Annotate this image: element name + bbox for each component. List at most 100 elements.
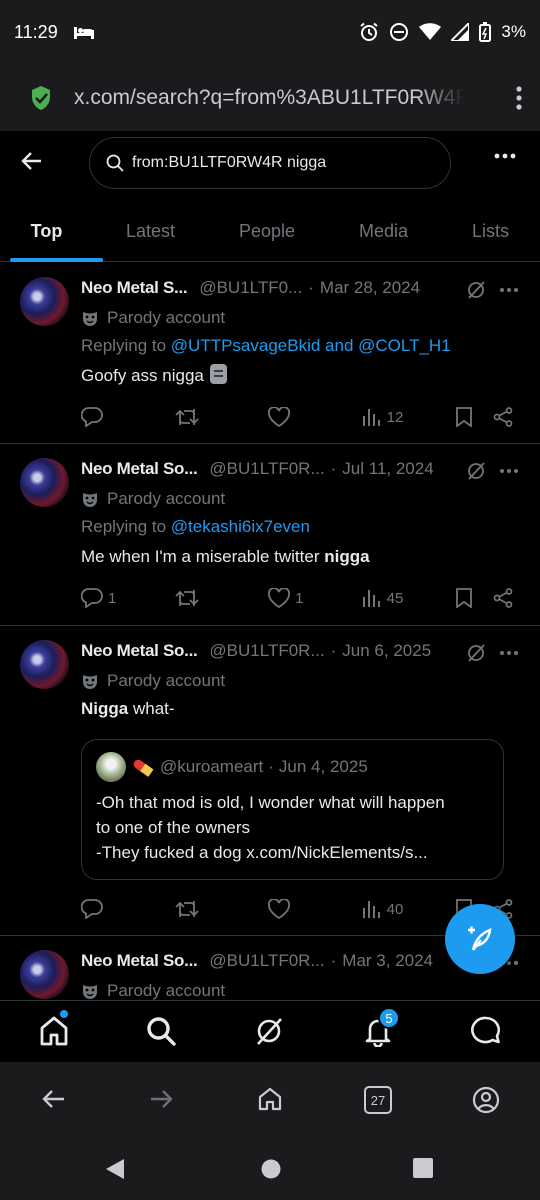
parody-mask-icon	[81, 490, 99, 508]
post-text: Me when I'm a miserable twitter nigga	[81, 547, 370, 566]
heart-icon	[268, 588, 291, 608]
battery-icon	[479, 22, 492, 42]
repost-button[interactable]	[174, 407, 269, 427]
browser-back-icon[interactable]	[41, 1086, 67, 1112]
search-tabs: Top Latest People Media Lists	[0, 200, 540, 262]
tab-people[interactable]: People	[208, 200, 326, 262]
bookmark-button[interactable]	[455, 407, 493, 427]
bed-icon	[73, 25, 94, 39]
display-name[interactable]: Neo Metal So...	[81, 641, 198, 661]
home-icon[interactable]	[38, 1015, 70, 1047]
bookmark-icon	[455, 407, 473, 427]
tab-switcher-button[interactable]: 27	[364, 1086, 392, 1114]
post[interactable]: Neo Metal S... @BU1LTF0... · Mar 28, 202…	[0, 263, 540, 444]
post-date[interactable]: Jul 11, 2024	[342, 459, 433, 479]
display-name[interactable]: Neo Metal So...	[81, 459, 198, 479]
post[interactable]: Neo Metal So... @BU1LTF0R... · Jul 11, 2…	[0, 444, 540, 626]
repost-button[interactable]	[174, 588, 269, 608]
post-text: Nigga what-	[81, 699, 175, 718]
reply-mention-link[interactable]: @UTTPsavageBkid and @COLT_H1	[171, 336, 451, 355]
bottom-navigation	[0, 1000, 540, 1062]
post-more-icon[interactable]	[500, 651, 518, 655]
post-more-icon[interactable]	[500, 469, 518, 473]
display-name[interactable]: Neo Metal S...	[81, 278, 188, 298]
search-box[interactable]	[89, 137, 451, 189]
user-handle[interactable]: @BU1LTF0R...	[209, 641, 324, 661]
post-actions: 12	[81, 388, 518, 446]
avatar[interactable]	[20, 458, 69, 507]
parody-label: Parody account	[81, 486, 524, 512]
reply-button[interactable]	[81, 899, 175, 919]
views-chart-icon	[362, 407, 382, 427]
url-text[interactable]: x.com/search?q=from%3ABU1LTF0RW4R%20nigg…	[74, 86, 464, 110]
quoted-text: -Oh that mod is old, I wonder what will …	[96, 793, 445, 862]
quoted-handle: @kuroameart	[160, 757, 264, 776]
browser-menu-icon[interactable]	[516, 85, 522, 110]
search-input[interactable]	[132, 154, 432, 172]
views-button[interactable]: 40	[362, 899, 456, 919]
display-name[interactable]: Neo Metal So...	[81, 951, 198, 971]
system-home-icon[interactable]	[260, 1158, 282, 1180]
avatar[interactable]	[20, 640, 69, 689]
post-header: Neo Metal So... @BU1LTF0R... · Jun 6, 20…	[81, 641, 432, 661]
like-button[interactable]	[268, 899, 362, 919]
avatar[interactable]	[20, 950, 69, 999]
system-recents-icon[interactable]	[413, 1158, 433, 1178]
search-results-feed: Neo Metal S... @BU1LTF0... · Mar 28, 202…	[0, 263, 540, 1000]
avatar[interactable]	[20, 277, 69, 326]
reply-button[interactable]: 1	[81, 588, 175, 608]
notifications-badge: 5	[378, 1007, 400, 1029]
repost-button[interactable]	[174, 899, 269, 919]
like-button[interactable]: 1	[268, 588, 362, 608]
post-header: Neo Metal S... @BU1LTF0... · Mar 28, 202…	[81, 278, 421, 298]
browser-url-bar[interactable]: x.com/search?q=from%3ABU1LTF0RW4R%20nigg…	[0, 64, 540, 132]
messages-icon[interactable]	[470, 1015, 502, 1047]
tab-latest[interactable]: Latest	[93, 200, 208, 262]
user-handle[interactable]: @BU1LTF0R...	[209, 951, 324, 971]
post-header: Neo Metal So... @BU1LTF0R... · Jul 11, 2…	[81, 459, 434, 479]
tab-media[interactable]: Media	[326, 200, 441, 262]
tab-top[interactable]: Top	[0, 200, 103, 262]
views-button[interactable]: 45	[362, 588, 456, 608]
reply-mention-link[interactable]: @tekashi6ix7even	[171, 517, 310, 536]
system-back-icon[interactable]	[104, 1158, 126, 1180]
grok-icon[interactable]	[466, 643, 486, 663]
grok-icon[interactable]	[466, 461, 486, 481]
share-button[interactable]	[493, 407, 518, 427]
back-arrow-icon[interactable]	[20, 149, 44, 173]
account-icon[interactable]	[472, 1086, 500, 1114]
user-handle[interactable]: @BU1LTF0R...	[209, 459, 324, 479]
post-date[interactable]: Mar 3, 2024	[342, 951, 433, 971]
grok-icon[interactable]	[466, 280, 486, 300]
heart-icon	[268, 899, 291, 919]
compose-feather-icon	[465, 924, 495, 954]
grok-icon[interactable]	[253, 1015, 285, 1047]
views-button[interactable]: 12	[362, 407, 456, 427]
share-button[interactable]	[493, 588, 518, 608]
views-chart-icon	[362, 588, 382, 608]
more-options-icon[interactable]	[494, 153, 516, 159]
explore-search-icon[interactable]	[145, 1015, 177, 1047]
compose-post-button[interactable]	[445, 904, 515, 974]
browser-home-icon[interactable]	[257, 1086, 283, 1112]
browser-forward-icon[interactable]	[148, 1086, 174, 1112]
repost-icon	[174, 588, 199, 608]
quoted-post[interactable]: @kuroameart · Jun 4, 2025 -Oh that mod i…	[81, 739, 504, 880]
tab-lists[interactable]: Lists	[441, 200, 540, 262]
reply-button[interactable]	[81, 407, 175, 427]
post-more-icon[interactable]	[500, 288, 518, 292]
secure-shield-icon[interactable]	[30, 85, 52, 111]
bookmark-button[interactable]	[455, 588, 493, 608]
home-unread-dot	[60, 1010, 68, 1018]
like-button[interactable]	[268, 407, 362, 427]
post-date[interactable]: Mar 28, 2024	[320, 278, 420, 298]
post[interactable]: Neo Metal So... @BU1LTF0R... · Jun 6, 20…	[0, 626, 540, 936]
quoted-post-header: @kuroameart · Jun 4, 2025	[96, 752, 489, 782]
do-not-disturb-icon	[389, 22, 409, 42]
system-navigation-bar	[0, 1138, 540, 1200]
pill-emoji-icon	[132, 757, 154, 777]
quoted-date: Jun 4, 2025	[278, 757, 368, 776]
user-handle[interactable]: @BU1LTF0...	[199, 278, 302, 298]
repost-icon	[174, 407, 199, 427]
post-date[interactable]: Jun 6, 2025	[342, 641, 431, 661]
